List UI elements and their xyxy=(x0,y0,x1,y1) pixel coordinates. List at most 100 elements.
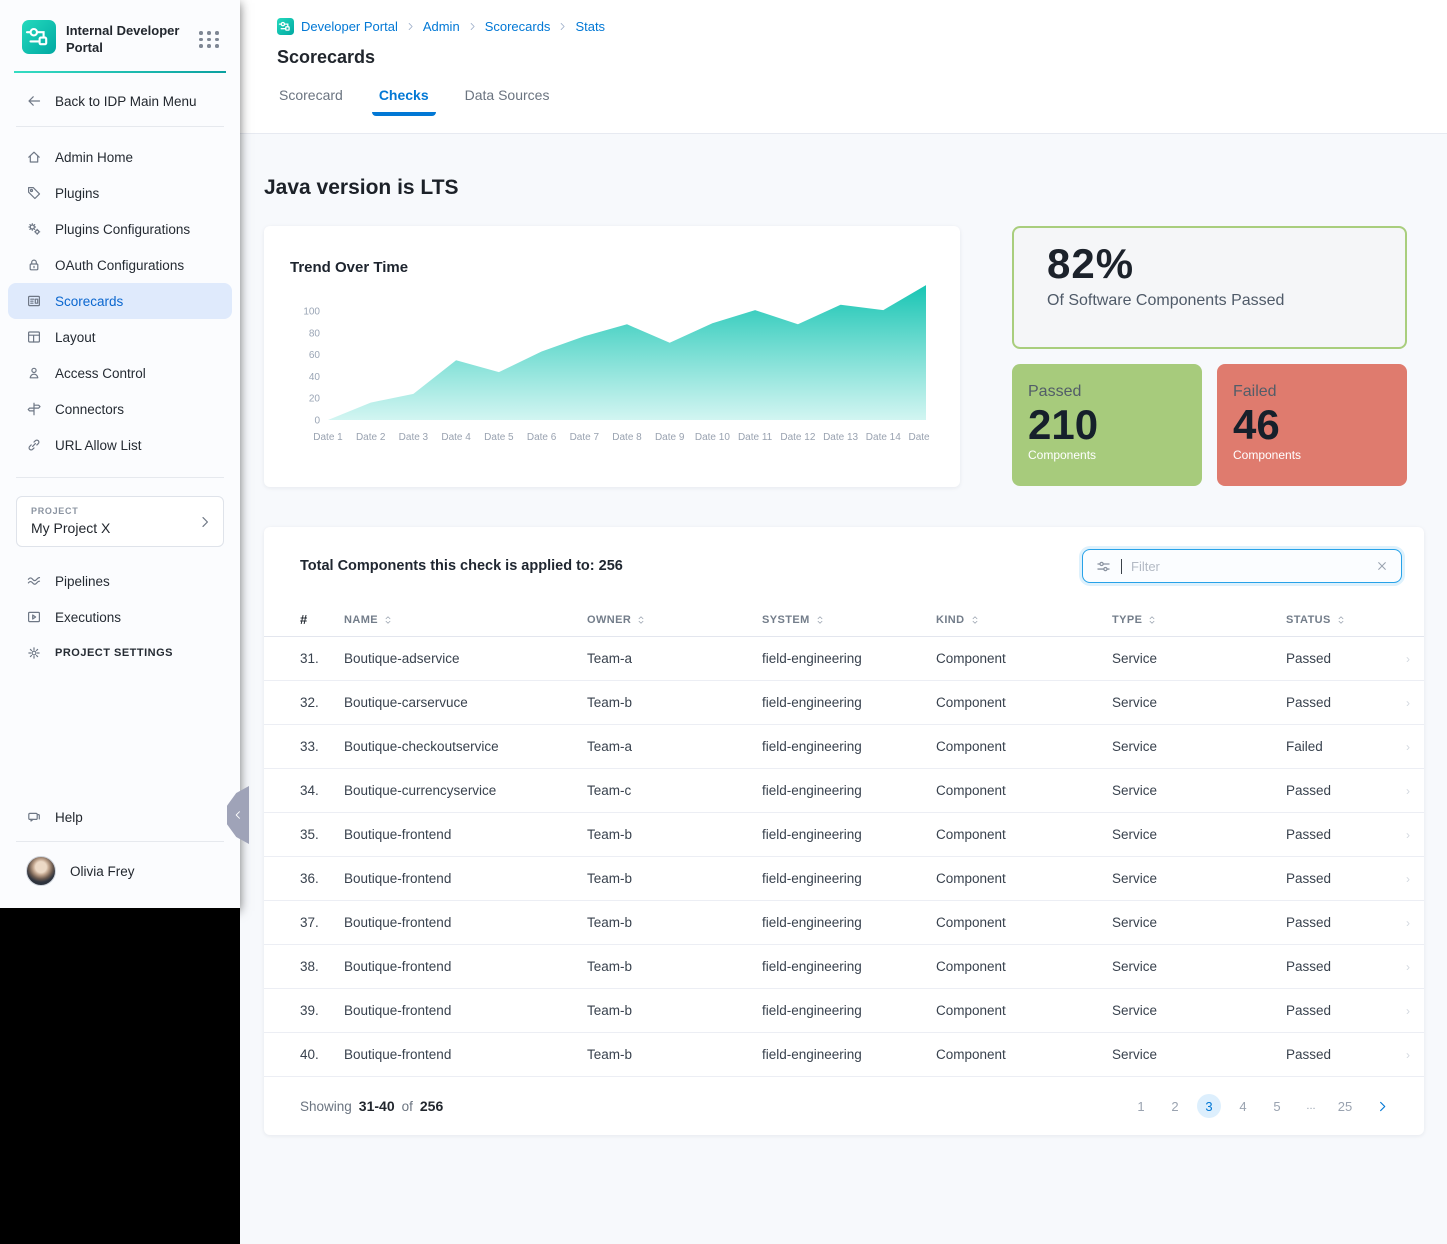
table-header-row: #NAMEOWNERSYSTEMKINDTYPESTATUS xyxy=(264,603,1424,637)
y-tick-label: 60 xyxy=(309,350,321,361)
area-chart-svg: 020406080100Date 1Date 2Date 3Date 4Date… xyxy=(290,280,930,446)
sidebar-item-label: Plugins xyxy=(55,186,99,201)
table-row[interactable]: 37.Boutique-frontendTeam-bfield-engineer… xyxy=(264,901,1424,945)
main-area: Developer Portal Admin Scorecards Stats Sco… xyxy=(240,0,1447,1244)
failed-caption: Components xyxy=(1233,448,1407,462)
row-chevron-icon: › xyxy=(1406,696,1414,710)
cell-num: 38. xyxy=(300,959,344,974)
column-header-type[interactable]: TYPE xyxy=(1112,614,1286,626)
row-chevron-icon: › xyxy=(1406,960,1414,974)
page-title: Scorecards xyxy=(277,47,1447,68)
table-row[interactable]: 34.Boutique-currencyserviceTeam-cfield-e… xyxy=(264,769,1424,813)
table-row[interactable]: 35.Boutique-frontendTeam-bfield-engineer… xyxy=(264,813,1424,857)
sidebar-item-label: URL Allow List xyxy=(55,438,142,453)
cell-type: Service xyxy=(1112,915,1286,930)
table-row[interactable]: 40.Boutique-frontendTeam-bfield-engineer… xyxy=(264,1033,1424,1077)
sort-icon xyxy=(636,614,646,626)
cell-type: Service xyxy=(1112,1047,1286,1062)
table-row[interactable]: 31.Boutique-adserviceTeam-afield-enginee… xyxy=(264,637,1424,681)
project-label: PROJECT xyxy=(31,506,211,516)
app-title: Internal Developer Portal xyxy=(66,23,189,56)
back-to-main-menu[interactable]: Back to IDP Main Menu xyxy=(0,73,240,126)
column-header-status[interactable]: STATUS xyxy=(1286,614,1399,626)
x-tick-label: Date 2 xyxy=(356,432,386,443)
sidebar-item-project-settings[interactable]: PROJECT SETTINGS xyxy=(8,635,232,671)
cell-system: field-engineering xyxy=(762,871,936,886)
filter-sliders-icon[interactable] xyxy=(1095,558,1112,575)
pipelines-icon xyxy=(26,573,42,589)
percent-value: 82% xyxy=(1047,240,1405,288)
page-button-4[interactable]: 4 xyxy=(1231,1094,1255,1118)
project-selector[interactable]: PROJECT My Project X xyxy=(16,496,224,547)
play-box-icon xyxy=(26,609,42,625)
breadcrumb-link[interactable]: Admin xyxy=(423,19,460,34)
filter-clear-button[interactable] xyxy=(1375,559,1389,573)
sort-icon xyxy=(970,614,980,626)
avatar xyxy=(26,856,56,886)
table-row[interactable]: 39.Boutique-frontendTeam-bfield-engineer… xyxy=(264,989,1424,1033)
breadcrumb-link[interactable]: Developer Portal xyxy=(301,19,398,34)
page-button-2[interactable]: 2 xyxy=(1163,1094,1187,1118)
column-label: NAME xyxy=(344,614,378,626)
cell-status: Passed xyxy=(1286,959,1399,974)
sidebar-item-connectors[interactable]: Connectors xyxy=(8,391,232,427)
column-header-system[interactable]: SYSTEM xyxy=(762,614,936,626)
tag-icon xyxy=(26,185,42,201)
sidebar-nav: Admin Home Plugins Plugins ConfigurationsO… xyxy=(0,127,240,463)
cell-num: 34. xyxy=(300,783,344,798)
sidebar-item-plugins[interactable]: Plugins xyxy=(8,175,232,211)
row-chevron-icon: › xyxy=(1406,872,1414,886)
cell-type: Service xyxy=(1112,695,1286,710)
page-button-5[interactable]: 5 xyxy=(1265,1094,1289,1118)
page-button-1[interactable]: 1 xyxy=(1129,1094,1153,1118)
x-tick-label: Date 9 xyxy=(655,432,685,443)
column-header-name[interactable]: NAME xyxy=(344,614,587,626)
breadcrumb-link[interactable]: Stats xyxy=(575,19,605,34)
cell-type: Service xyxy=(1112,871,1286,886)
row-chevron-icon: › xyxy=(1406,652,1414,666)
sidebar-item-executions[interactable]: Executions xyxy=(8,599,232,635)
sidebar-item-plugins-configurations[interactable]: Plugins Configurations xyxy=(8,211,232,247)
components-table: #NAMEOWNERSYSTEMKINDTYPESTATUS31.Boutiqu… xyxy=(264,603,1424,1077)
next-page-button[interactable] xyxy=(1375,1099,1390,1114)
cell-num: 31. xyxy=(300,651,344,666)
help-label: Help xyxy=(55,810,83,825)
help-button[interactable]: Help xyxy=(0,797,240,841)
table-row[interactable]: 33.Boutique-checkoutserviceTeam-afield-e… xyxy=(264,725,1424,769)
table-row[interactable]: 32.Boutique-carservuceTeam-bfield-engine… xyxy=(264,681,1424,725)
column-header-owner[interactable]: OWNER xyxy=(587,614,762,626)
page-button-3[interactable]: 3 xyxy=(1197,1094,1221,1118)
sidebar-item-layout[interactable]: Layout xyxy=(8,319,232,355)
cell-owner: Team-b xyxy=(587,1047,762,1062)
user-menu[interactable]: Olivia Frey xyxy=(0,842,240,908)
cell-status: Failed xyxy=(1286,739,1399,754)
x-tick-label: Date 8 xyxy=(612,432,642,443)
cell-name: Boutique-frontend xyxy=(344,871,587,886)
passed-value: 210 xyxy=(1028,401,1202,448)
cell-num: 36. xyxy=(300,871,344,886)
tab-data-sources[interactable]: Data Sources xyxy=(465,87,550,116)
column-header-kind[interactable]: KIND xyxy=(936,614,1112,626)
sidebar-item-url-allow-list[interactable]: URL Allow List xyxy=(8,427,232,463)
table-row[interactable]: 38.Boutique-frontendTeam-bfield-engineer… xyxy=(264,945,1424,989)
table-row[interactable]: 36.Boutique-frontendTeam-bfield-engineer… xyxy=(264,857,1424,901)
sidebar-item-oauth-configurations[interactable]: OAuth Configurations xyxy=(8,247,232,283)
cell-status: Passed xyxy=(1286,783,1399,798)
sidebar-item-access-control[interactable]: Access Control xyxy=(8,355,232,391)
passed-caption: Components xyxy=(1028,448,1202,462)
divider xyxy=(16,477,224,478)
arrow-left-icon xyxy=(26,93,42,109)
app-grid-icon[interactable] xyxy=(199,31,220,48)
filter-input[interactable] xyxy=(1131,559,1366,574)
sidebar-item-pipelines[interactable]: Pipelines xyxy=(8,563,232,599)
tab-scorecard[interactable]: Scorecard xyxy=(279,87,343,116)
cell-status: Passed xyxy=(1286,1047,1399,1062)
tab-checks[interactable]: Checks xyxy=(379,87,429,116)
cell-kind: Component xyxy=(936,651,1112,666)
page-button-25[interactable]: 25 xyxy=(1333,1094,1357,1118)
sidebar-item-admin-home[interactable]: Admin Home xyxy=(8,139,232,175)
cell-status: Passed xyxy=(1286,827,1399,842)
breadcrumb-link[interactable]: Scorecards xyxy=(485,19,551,34)
sidebar-item-scorecards[interactable]: Scorecards xyxy=(8,283,232,319)
cell-kind: Component xyxy=(936,871,1112,886)
